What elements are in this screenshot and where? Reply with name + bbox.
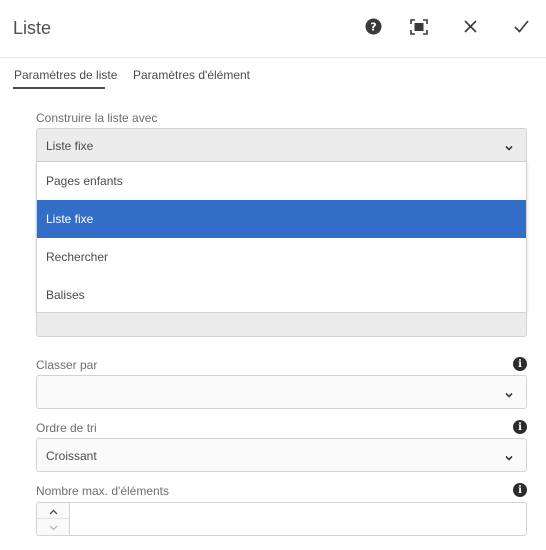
sort-order-label: Ordre de tri [36,421,97,435]
build-list-dropdown: Pages enfants Liste fixe Rechercher Bali… [36,162,527,313]
close-icon [463,20,477,38]
max-items-label: Nombre max. d'éléments [36,484,170,498]
cancel-button[interactable] [458,17,482,41]
info-icon[interactable]: i [513,420,527,434]
active-tab-indicator [13,87,105,89]
chevron-down-icon [504,450,514,461]
decrement-button[interactable] [37,519,69,535]
dialog-header: Liste ? [0,0,546,58]
fullscreen-button[interactable] [407,17,431,41]
chevron-up-icon [49,502,58,520]
build-list-select[interactable]: Liste fixe [36,128,527,162]
sort-order-select[interactable]: Croissant [36,438,527,472]
obscured-field [36,313,527,337]
fullscreen-icon [410,18,428,40]
order-by-label: Classer par [36,358,98,372]
build-list-label: Construire la liste avec [36,111,158,125]
done-button[interactable] [509,17,533,41]
order-by-select[interactable] [36,375,527,409]
option-fixed-list[interactable]: Liste fixe [37,200,526,238]
dialog-title: Liste [13,18,52,38]
max-items-stepper [36,502,70,536]
tab-list-settings[interactable]: Paramètres de liste [14,68,117,82]
option-search[interactable]: Rechercher [37,238,526,276]
build-list-value: Liste fixe [46,139,94,153]
increment-button[interactable] [37,503,69,519]
help-icon: ? [365,18,382,40]
chevron-down-icon [504,140,514,151]
info-icon[interactable]: i [513,483,527,497]
sort-order-value: Croissant [46,449,97,463]
option-tags[interactable]: Balises [37,276,526,314]
svg-text:?: ? [370,21,376,34]
max-items-input[interactable] [69,502,527,536]
chevron-down-icon [49,518,58,536]
option-child-pages[interactable]: Pages enfants [37,162,526,200]
info-icon[interactable]: i [513,357,527,371]
help-button[interactable]: ? [361,17,385,41]
checkmark-icon [513,20,529,38]
tab-item-settings[interactable]: Paramètres d'élément [133,68,250,82]
chevron-down-icon [504,387,514,398]
